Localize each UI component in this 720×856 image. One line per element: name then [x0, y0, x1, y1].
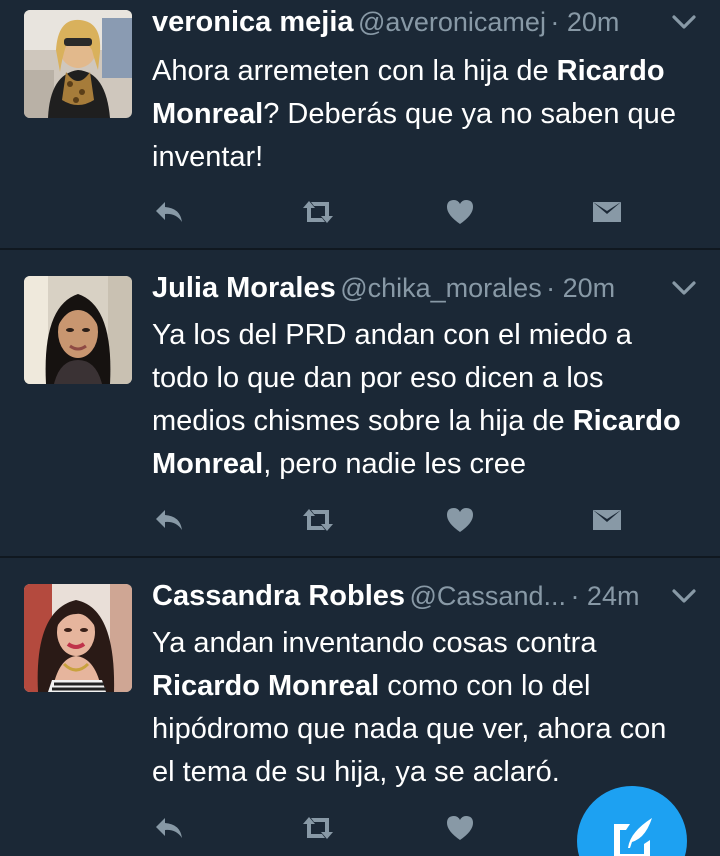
retweet-icon[interactable] [300, 812, 334, 844]
tweet[interactable]: Julia Morales @chika_morales · 20m Ya lo… [0, 266, 720, 556]
timestamp[interactable]: · 20m [550, 7, 619, 37]
avatar[interactable] [24, 584, 132, 692]
chevron-down-icon[interactable] [670, 278, 698, 298]
compose-icon [614, 818, 652, 856]
reply-icon[interactable] [152, 812, 186, 844]
tweet-text: Ahora arremeten con la hija de Ricardo M… [152, 50, 692, 179]
display-name[interactable]: veronica mejia [152, 6, 354, 38]
envelope-icon[interactable] [590, 504, 624, 536]
timestamp[interactable]: · 20m [546, 273, 615, 303]
tweet-header: Cassandra Robles @Cassand... · 24m [152, 574, 652, 618]
envelope-icon[interactable] [590, 196, 624, 228]
retweet-icon[interactable] [300, 196, 334, 228]
avatar-photo [24, 10, 132, 118]
timestamp[interactable]: · 24m [570, 581, 639, 611]
display-name[interactable]: Cassandra Robles [152, 580, 405, 612]
retweet-icon[interactable] [300, 504, 334, 536]
tweet-text-before: Ahora arremeten con la hija de [152, 55, 557, 87]
tweet-text-after: , pero nadie les cree [263, 448, 526, 480]
chevron-down-icon[interactable] [670, 12, 698, 32]
heart-icon[interactable] [444, 196, 478, 228]
tweet-header: veronica mejia @averonicamej · 20m [152, 0, 652, 44]
tweet-text-highlight: Ricardo Monreal [152, 670, 380, 702]
tweet-text: Ya los del PRD andan con el miedo a todo… [152, 314, 692, 486]
reply-icon[interactable] [152, 196, 186, 228]
display-name[interactable]: Julia Morales [152, 272, 336, 304]
chevron-down-icon[interactable] [670, 586, 698, 606]
tweet[interactable]: veronica mejia @averonicamej · 20m Ahora… [0, 0, 720, 248]
heart-icon[interactable] [444, 504, 478, 536]
username[interactable]: @Cassand... [410, 581, 566, 611]
divider [0, 248, 720, 250]
tweet-actions [152, 196, 652, 232]
avatar-photo [24, 276, 132, 384]
avatar[interactable] [24, 10, 132, 118]
tweet-text-before: Ya andan inventando cosas contra [152, 627, 597, 659]
username[interactable]: @averonicamej [358, 7, 546, 37]
divider [0, 556, 720, 558]
heart-icon[interactable] [444, 812, 478, 844]
timeline: veronica mejia @averonicamej · 20m Ahora… [0, 0, 720, 856]
tweet-text: Ya andan inventando cosas contra Ricardo… [152, 622, 692, 794]
reply-icon[interactable] [152, 504, 186, 536]
avatar[interactable] [24, 276, 132, 384]
tweet-actions [152, 504, 652, 540]
avatar-photo [24, 584, 132, 692]
username[interactable]: @chika_morales [340, 273, 542, 303]
tweet-text-before: Ya los del PRD andan con el miedo a todo… [152, 319, 632, 437]
tweet-header: Julia Morales @chika_morales · 20m [152, 266, 652, 310]
